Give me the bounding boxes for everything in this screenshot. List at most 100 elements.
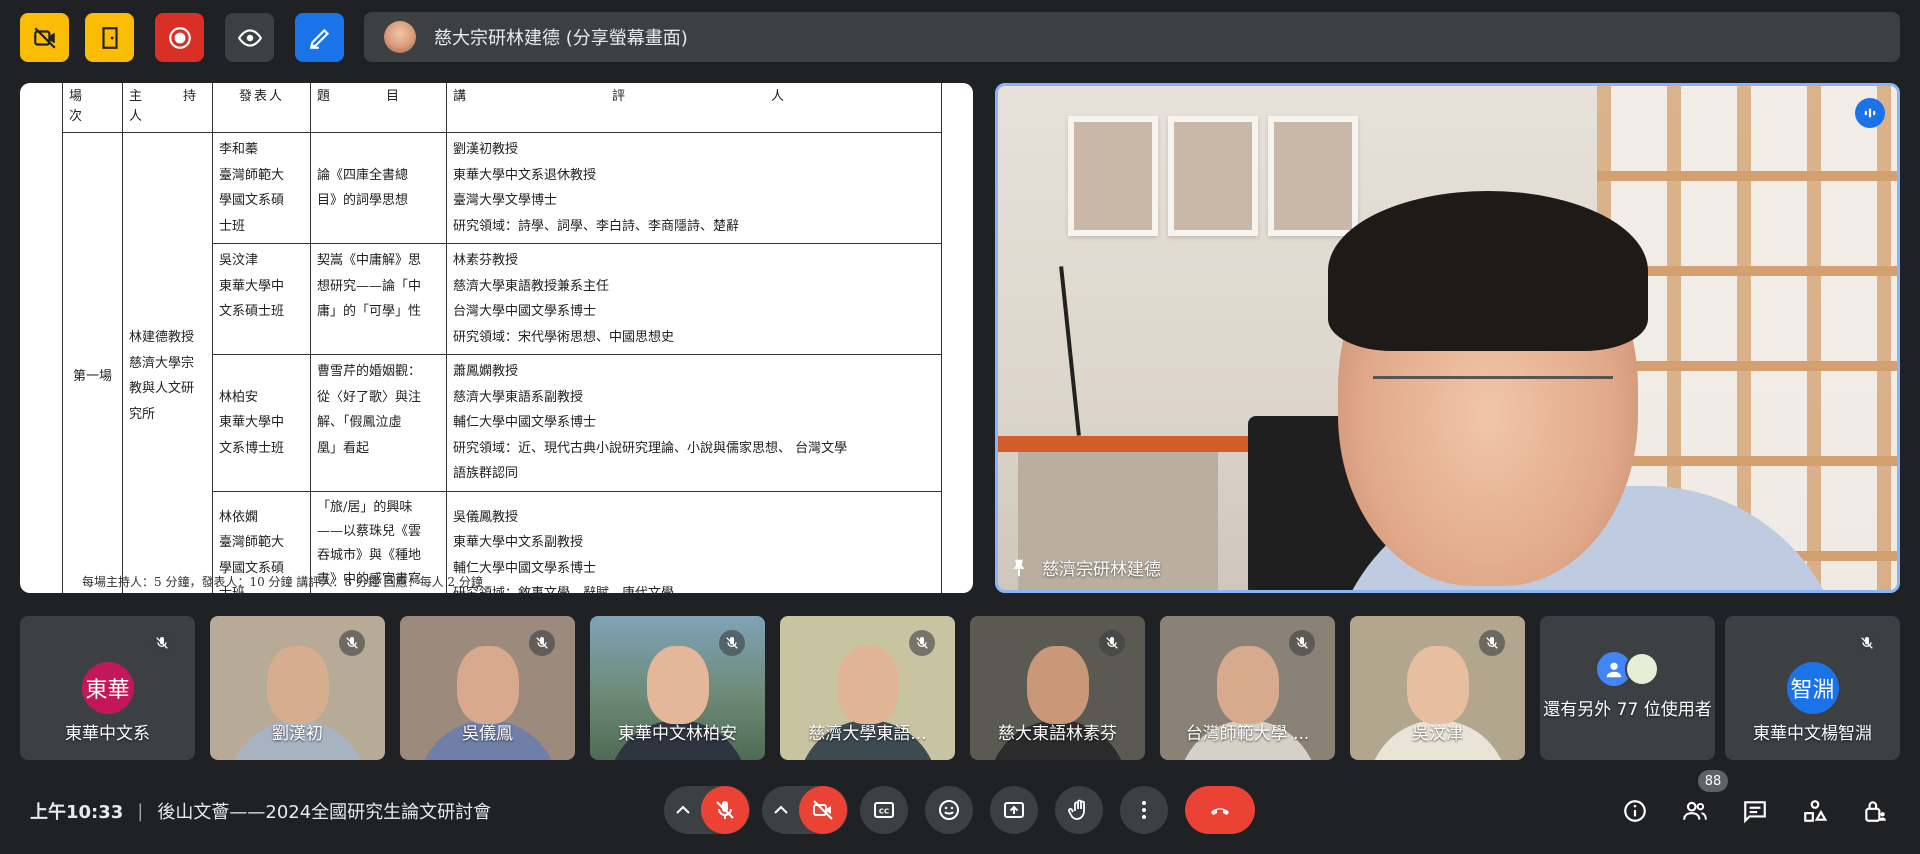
mic-off-icon [1289, 630, 1315, 656]
view-mode-button[interactable] [225, 13, 274, 62]
chat-icon [1744, 801, 1766, 824]
emoji-icon [939, 800, 959, 820]
people-button[interactable] [1675, 791, 1715, 831]
reviewer-cell: 劉漢初教授 東華大學中文系退休教授 臺灣大學文學博士 研究領域：詩學、詞學、李白… [446, 132, 942, 244]
wall-art [1268, 116, 1358, 236]
presenter-avatar [384, 21, 416, 53]
participant-tile[interactable]: 智淵 東華中文楊智淵 [1725, 616, 1900, 760]
pin-icon[interactable] [1008, 557, 1030, 579]
participant-name: 東華中文楊智淵 [1753, 724, 1872, 744]
table-row: 第一場 林建德教授 慈濟大學宗 教與人文研 究所 李和蓁 臺灣師範大 學國文系碩… [62, 132, 942, 593]
leave-room-indicator-button[interactable] [85, 13, 134, 62]
participant-tile[interactable]: 劉漢初 [210, 616, 385, 760]
presenter-cell: 吳汶津 東華大學中 文系碩士班 [212, 243, 311, 355]
participant-face [1406, 646, 1469, 724]
reviewer-cell: 林素芬教授 慈濟大學東語教授兼系主任 台灣大學中國文學系博士 研究領域：宋代學術… [446, 243, 942, 355]
participant-name: 東華中文系 [65, 724, 150, 744]
mic-off-icon [339, 630, 365, 656]
hang-up-icon [1211, 808, 1229, 815]
participant-face [456, 646, 519, 724]
participant-face [266, 646, 329, 724]
presenter-cell: 李和蓁 臺灣師範大 學國文系碩 士班 [212, 132, 311, 244]
table-footnote: 每場主持人：5 分鐘，發表人：10 分鐘 講評人：8 分鐘 回應：每人 2 分鐘 [82, 575, 483, 589]
camera-control-group [762, 786, 848, 834]
chat-button[interactable] [1735, 791, 1775, 831]
participant-face [1216, 646, 1279, 724]
header-session: 場 次 [62, 83, 123, 133]
meeting-details-button[interactable] [1615, 791, 1655, 831]
whiteboard-button[interactable] [295, 13, 344, 62]
recording-indicator-button[interactable] [155, 13, 204, 62]
schedule-table: 場 次 主 持 人 發表人 題 目 講 評 人 第一場 林建德教授 慈濟大學宗 … [62, 83, 942, 593]
activities-button[interactable] [1795, 791, 1835, 831]
more-options-button[interactable] [1120, 786, 1168, 834]
mic-off-icon [149, 630, 175, 656]
others-count-label: 還有另外 77 位使用者 [1543, 700, 1712, 720]
camera-toggle-button[interactable] [799, 786, 847, 834]
participant-name: 慈大東語林素芬 [998, 724, 1117, 744]
participant-count-badge: 88 [1698, 770, 1728, 792]
chevron-up-icon [676, 805, 690, 814]
wall-art [1168, 116, 1258, 236]
title-cell: 論《四庫全書總 目》的詞學思想 [310, 132, 447, 244]
svg-text:CC: CC [879, 808, 889, 816]
reactions-button[interactable] [925, 786, 973, 834]
mic-off-icon [1854, 630, 1880, 656]
mic-control-group [664, 786, 750, 834]
participant-name: 吳汶津 [1412, 724, 1463, 744]
initial-avatar: 東華 [81, 662, 134, 714]
header-title: 題 目 [310, 83, 447, 133]
participant-tile[interactable]: 台灣師範大學 ... [1160, 616, 1335, 760]
more-vert-icon [1142, 801, 1146, 819]
share-banner-text: 慈大宗研林建德 (分享螢幕畫面) [434, 28, 688, 49]
active-speaker-video[interactable]: 慈濟宗研林建德 [995, 83, 1900, 593]
hand-icon [1068, 799, 1085, 820]
participant-tile[interactable]: 東華中文林柏安 [590, 616, 765, 760]
camera-off-icon [33, 26, 56, 49]
clock: 上午10:33 [30, 802, 124, 823]
participant-name: 東華中文林柏安 [618, 724, 737, 744]
initial-avatar: 智淵 [1786, 662, 1839, 714]
others-tile[interactable]: 還有另外 77 位使用者 [1540, 616, 1715, 760]
table-header-row: 場 次 主 持 人 發表人 題 目 講 評 人 [62, 83, 942, 133]
present-button[interactable] [990, 786, 1038, 834]
participant-tile[interactable]: 東華 東華中文系 [20, 616, 195, 760]
audio-level-icon [1855, 98, 1885, 128]
record-icon [168, 26, 191, 49]
participant-tile[interactable]: 慈大東語林素芬 [970, 616, 1145, 760]
meeting-title: 後山文薈——2024全國研究生論文研討會 [157, 802, 492, 823]
header-reviewer: 講 評 人 [446, 83, 942, 133]
door-icon [101, 26, 118, 49]
others-avatars [1596, 652, 1659, 686]
participant-tile[interactable]: 吳汶津 [1350, 616, 1525, 760]
people-icon [1683, 801, 1707, 820]
mic-off-icon [716, 801, 734, 819]
mic-toggle-button[interactable] [701, 786, 749, 834]
participant-face [646, 646, 709, 724]
speaker-name: 慈濟宗研林建德 [1042, 560, 1161, 580]
activities-icon [1804, 800, 1828, 822]
session-cell: 第一場 [62, 132, 123, 593]
title-cell: 曹雪芹的婚姻觀： 從〈好了歌〉與注 解、「假鳳泣虛 凰」看起 [310, 354, 447, 492]
mic-off-icon [1099, 630, 1125, 656]
present-screen-icon [1004, 802, 1024, 818]
camera-off-indicator-button[interactable] [20, 13, 69, 62]
captions-button[interactable]: CC [860, 786, 908, 834]
lock-person-icon [1865, 801, 1886, 822]
camera-options-button[interactable] [763, 786, 799, 834]
meeting-info: 上午10:33 | 後山文薈——2024全國研究生論文研討會 [30, 798, 491, 824]
chevron-up-icon [774, 805, 788, 814]
participant-tile[interactable]: 慈濟大學東語... [780, 616, 955, 760]
participant-tile[interactable]: 吳儀鳳 [400, 616, 575, 760]
shared-screen-document[interactable]: 場 次 主 持 人 發表人 題 目 講 評 人 第一場 林建德教授 慈濟大學宗 … [20, 83, 973, 593]
participant-face [836, 646, 899, 724]
leave-call-button[interactable] [1185, 786, 1255, 834]
speaker-name-label: 慈濟宗研林建德 [1008, 555, 1161, 580]
raise-hand-button[interactable] [1055, 786, 1103, 834]
wall-art [1068, 116, 1158, 236]
participant-name: 慈濟大學東語... [808, 724, 927, 744]
mic-options-button[interactable] [665, 786, 701, 834]
header-host: 主 持 人 [122, 83, 219, 133]
desk-lamp [1059, 266, 1081, 436]
host-controls-button[interactable] [1855, 791, 1895, 831]
